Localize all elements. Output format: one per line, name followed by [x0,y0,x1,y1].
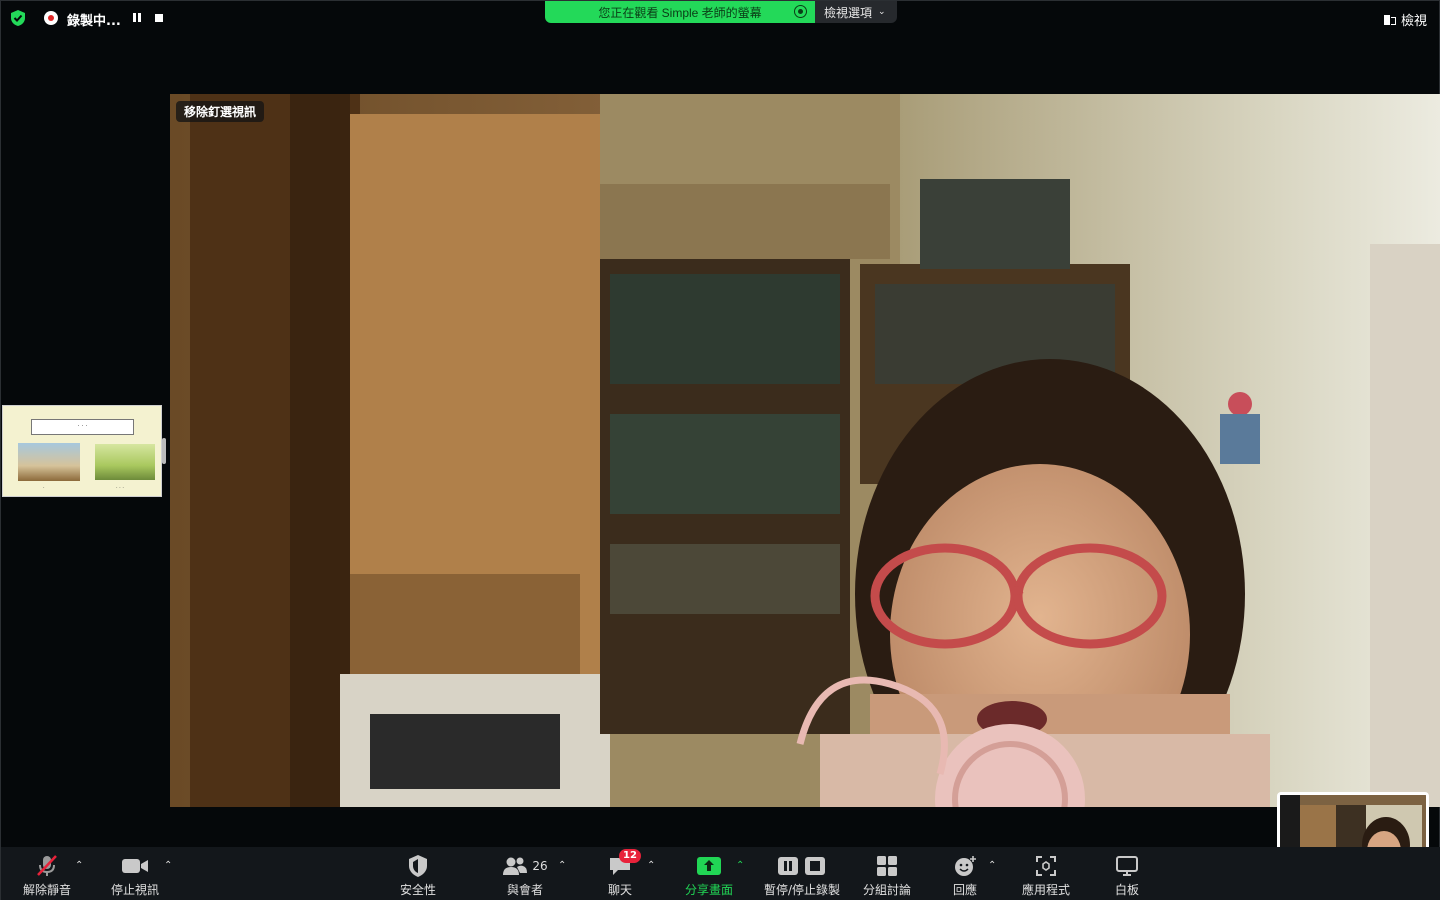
record-icon [44,11,58,25]
security-label: 安全性 [399,883,436,897]
mic-muted-icon [34,853,60,879]
target-icon [794,5,807,18]
stop-video-button[interactable]: 停止視訊 [105,847,165,900]
shield-check-icon[interactable] [9,9,27,27]
chat-label: 聊天 [607,883,632,897]
pause-stop-record-icon [777,853,827,879]
whiteboard-button[interactable]: 白板 [1109,847,1145,900]
reactions-button[interactable]: 回應 [946,847,984,900]
stop-icon[interactable] [155,14,163,22]
pause-stop-recording-label: 暫停/停止錄製 [763,883,841,897]
share-screen-icon [696,853,722,879]
share-caret-icon[interactable]: ⌃ [736,860,744,871]
pause-stop-recording-button[interactable]: 暫停/停止錄製 [759,847,845,900]
whiteboard-label: 白板 [1114,883,1139,897]
breakout-rooms-label: 分組討論 [862,883,911,897]
slide-image-left [18,443,80,481]
unpin-video-button[interactable]: 移除釘選視訊 [176,101,265,122]
meeting-toolbar: 解除靜音 ⌃ 停止視訊 ⌃ 安全性 26 與會者 ⌃ 12 聊天 ⌃ 分享畫面 … [1,847,1440,900]
stop-video-label: 停止視訊 [110,883,159,897]
top-bar: 錄製中... 您正在觀看 Simple 老師的螢幕 檢視選項 ⌄ 檢視 [1,1,1440,35]
chat-icon: 12 [608,849,641,879]
slide-title-box: · · · [31,419,134,435]
apps-button[interactable]: 應用程式 [1015,847,1077,900]
video-icon [121,853,149,879]
reactions-label: 回應 [952,883,977,897]
participants-count: 26 [532,859,548,873]
participants-caret-icon[interactable]: ⌃ [558,860,566,871]
banner-text: 您正在觀看 Simple 老師的螢幕 [598,5,762,20]
apps-label: 應用程式 [1021,883,1070,897]
viewing-screen-notice: 您正在觀看 Simple 老師的螢幕 [545,1,815,23]
reaction-smile-icon [953,853,977,879]
participants-icon: 26 [502,853,548,879]
pinned-video[interactable]: 移除釘選視訊 [170,94,1440,807]
whiteboard-icon [1115,853,1139,879]
recording-status: 錄製中... [67,14,121,29]
unmute-label: 解除靜音 [22,883,71,897]
audio-options-caret-icon[interactable]: ⌃ [75,860,83,871]
breakout-grid-icon [876,853,898,879]
view-options-label: 檢視選項 [824,5,873,20]
chat-unread-badge: 12 [619,849,641,863]
share-screen-button[interactable]: 分享畫面 [681,847,737,900]
security-shield-icon [407,853,429,879]
apps-icon [1035,853,1057,879]
participants-label: 與會者 [506,883,543,897]
split-drag-handle[interactable] [162,438,166,464]
view-icon [1383,14,1396,26]
reactions-caret-icon[interactable]: ⌃ [988,860,996,871]
screen-share-banner: 您正在觀看 Simple 老師的螢幕 檢視選項 ⌄ [545,1,897,23]
view-options-button[interactable]: 檢視選項 ⌄ [815,1,897,23]
zoom-meeting-window: 錄製中... 您正在觀看 Simple 老師的螢幕 檢視選項 ⌄ 檢視 · · … [0,0,1440,900]
camera-feed [170,94,1440,807]
chat-button[interactable]: 12 聊天 [599,847,641,900]
shared-screen-thumbnail[interactable]: · · · · · · · [2,405,162,497]
unmute-button[interactable]: 解除靜音 [19,847,75,900]
participants-button[interactable]: 26 與會者 [495,847,555,900]
view-button[interactable]: 檢視 [1383,10,1427,29]
pause-icon[interactable] [133,13,141,22]
share-screen-label: 分享畫面 [684,883,733,897]
slide-image-right [95,444,155,480]
breakout-rooms-button[interactable]: 分組討論 [857,847,917,900]
security-button[interactable]: 安全性 [395,847,441,900]
chevron-down-icon: ⌄ [878,7,886,17]
slide-caption-right: · · · [116,485,124,491]
video-options-caret-icon[interactable]: ⌃ [164,860,172,871]
chat-caret-icon[interactable]: ⌃ [647,860,655,871]
slide-caption-left: · [43,485,45,491]
view-label: 檢視 [1400,14,1427,29]
